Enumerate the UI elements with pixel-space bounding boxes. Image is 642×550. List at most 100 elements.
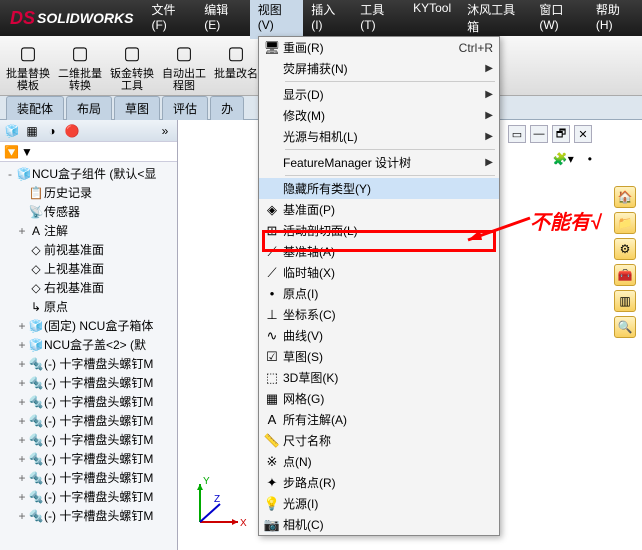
menu-item[interactable]: ∿曲线(V)	[259, 325, 499, 346]
tree-node[interactable]: ↳原点	[2, 297, 175, 316]
menu-item[interactable]: 显示(D)▶	[259, 84, 499, 105]
feature-tree[interactable]: -🧊NCU盒子组件 (默认<显📋历史记录📡传感器+A注解◇前视基准面◇上视基准面…	[0, 162, 177, 550]
menu-沐风工具箱[interactable]: 沐风工具箱	[459, 0, 531, 39]
tree-tab-icon[interactable]: 🔴	[64, 123, 80, 139]
tree-node[interactable]: +🔩(-) 十字槽盘头螺钉M	[2, 354, 175, 373]
toolbar-icon: ▢	[12, 40, 44, 68]
menu-item[interactable]: A所有注解(A)	[259, 409, 499, 430]
menu-item[interactable]: ✦步路点(R)	[259, 472, 499, 493]
tree-tab-icon[interactable]: ▦	[24, 123, 40, 139]
menu-窗口(W)[interactable]: 窗口(W)	[531, 0, 588, 39]
menu-item[interactable]: ⟋临时轴(X)	[259, 262, 499, 283]
app-logo: DS SOLIDWORKS	[0, 8, 143, 29]
tree-node[interactable]: +🔩(-) 十字槽盘头螺钉M	[2, 392, 175, 411]
toolbar-icon: ▢	[116, 40, 148, 68]
tree-node[interactable]: +🔩(-) 十字槽盘头螺钉M	[2, 449, 175, 468]
menu-item[interactable]: •原点(I)	[259, 283, 499, 304]
tree-node[interactable]: +🧊NCU盒子盖<2> (默	[2, 335, 175, 354]
svg-text:Y: Y	[203, 476, 210, 487]
menu-item-icon: 🖥	[261, 40, 283, 56]
menu-item-icon: ⬚	[261, 370, 283, 386]
view-menu-dropdown: 🖥重画(R)Ctrl+R荧屏捕获(N)▶ 显示(D)▶修改(M)▶光源与相机(L)…	[258, 36, 500, 536]
right-btn-icon[interactable]: 🔍	[614, 316, 636, 338]
expand-icon[interactable]: »	[157, 123, 173, 139]
tab-装配体[interactable]: 装配体	[6, 96, 64, 120]
filter-icon: 🔽	[4, 145, 19, 159]
auto-drawing[interactable]: ▢自动出工程图	[160, 40, 208, 92]
menu-item[interactable]: ⊥坐标系(C)	[259, 304, 499, 325]
tab-草图[interactable]: 草图	[114, 96, 160, 120]
right-btn-icon[interactable]: 🧰	[614, 264, 636, 286]
tree-node[interactable]: +🧊(固定) NCU盒子箱体	[2, 316, 175, 335]
tree-root[interactable]: -🧊NCU盒子组件 (默认<显	[2, 164, 175, 183]
ds-logo-icon: DS	[10, 8, 35, 29]
right-btn-icon[interactable]: ⚙	[614, 238, 636, 260]
menu-item[interactable]: 📏尺寸名称	[259, 430, 499, 451]
menu-item[interactable]: 💡光源(I)	[259, 493, 499, 514]
axes-triad-icon: X Y Z	[190, 472, 250, 532]
toolbar-icon: ▢	[64, 40, 96, 68]
menu-item[interactable]: ▦网格(G)	[259, 388, 499, 409]
menu-item[interactable]: 🖥重画(R)Ctrl+R	[259, 37, 499, 58]
tree-node[interactable]: 📋历史记录	[2, 183, 175, 202]
menu-item[interactable]: 📷相机(C)	[259, 514, 499, 535]
win-icon[interactable]: ✕	[574, 125, 592, 143]
win-icon[interactable]: ▭	[508, 125, 526, 143]
menu-item[interactable]: FeatureManager 设计树▶	[259, 152, 499, 173]
tree-node[interactable]: +🔩(-) 十字槽盘头螺钉M	[2, 430, 175, 449]
menu-item-icon: ☑	[261, 349, 283, 365]
tab-办[interactable]: 办	[210, 96, 244, 120]
tree-node[interactable]: +A注解	[2, 221, 175, 240]
menu-item-icon: ▦	[261, 391, 283, 407]
menu-编辑(E)[interactable]: 编辑(E)	[196, 0, 249, 39]
tree-node[interactable]: ◇上视基准面	[2, 259, 175, 278]
menu-item[interactable]: ☑草图(S)	[259, 346, 499, 367]
menu-工具(T)[interactable]: 工具(T)	[352, 0, 405, 39]
filter-dropdown-icon: ▼	[21, 145, 33, 159]
menu-item[interactable]: 修改(M)▶	[259, 105, 499, 126]
tree-tab-icon[interactable]: 🧊	[4, 123, 20, 139]
right-btn-icon[interactable]: ▥	[614, 290, 636, 312]
menu-视图(V)[interactable]: 视图(V)	[250, 0, 303, 39]
tree-node[interactable]: 📡传感器	[2, 202, 175, 221]
win-icon[interactable]: 🗗	[552, 125, 570, 143]
right-btn-icon[interactable]: 📁	[614, 212, 636, 234]
menu-帮助(H)[interactable]: 帮助(H)	[588, 0, 642, 39]
menu-item-icon: ∿	[261, 328, 283, 344]
sheetmetal-convert[interactable]: ▢钣金转换工具	[108, 40, 156, 92]
tab-布局[interactable]: 布局	[66, 96, 112, 120]
tree-node[interactable]: +🔩(-) 十字槽盘头螺钉M	[2, 487, 175, 506]
tree-node[interactable]: ◇右视基准面	[2, 278, 175, 297]
menu-item-icon: 📷	[261, 517, 283, 533]
batch-replace-template[interactable]: ▢批量替换模板	[4, 40, 52, 92]
tree-node[interactable]: +🔩(-) 十字槽盘头螺钉M	[2, 373, 175, 392]
svg-text:Z: Z	[214, 494, 220, 505]
menu-item[interactable]: ※点(N)	[259, 451, 499, 472]
tab-评估[interactable]: 评估	[162, 96, 208, 120]
right-toolbar: 🏠 📁 ⚙ 🧰 ▥ 🔍	[614, 186, 636, 338]
tree-node[interactable]: +🔩(-) 十字槽盘头螺钉M	[2, 468, 175, 487]
menu-插入(I)[interactable]: 插入(I)	[303, 0, 352, 39]
tree-node[interactable]: +🔩(-) 十字槽盘头螺钉M	[2, 506, 175, 525]
menu-item[interactable]: 隐藏所有类型(Y)	[259, 178, 499, 199]
menu-item[interactable]: ⬚3D草图(K)	[259, 367, 499, 388]
win-icon[interactable]: —	[530, 125, 548, 143]
annotation-arrow-icon	[460, 210, 540, 250]
menu-item-icon: ◈	[261, 202, 283, 218]
menu-item[interactable]: 光源与相机(L)▶	[259, 126, 499, 147]
toolbar-icon: ▢	[220, 40, 252, 68]
menu-item-icon: ⟋	[261, 244, 283, 260]
doc-btn-icon[interactable]: 🧩▾	[553, 152, 574, 166]
tree-node[interactable]: ◇前视基准面	[2, 240, 175, 259]
tree-tab-icon[interactable]: ◑	[44, 123, 60, 139]
doc-toolbar: 🧩▾ •	[553, 152, 592, 166]
tree-filter[interactable]: 🔽 ▼	[0, 142, 177, 162]
batch-2d-convert[interactable]: ▢二维批量转换	[56, 40, 104, 92]
menu-KYTool[interactable]: KYTool	[405, 0, 459, 39]
batch-rename[interactable]: ▢批量改名	[212, 40, 260, 80]
right-btn-icon[interactable]: 🏠	[614, 186, 636, 208]
menu-item[interactable]: 荧屏捕获(N)▶	[259, 58, 499, 79]
doc-btn-icon[interactable]: •	[588, 152, 592, 166]
tree-node[interactable]: +🔩(-) 十字槽盘头螺钉M	[2, 411, 175, 430]
menu-文件(F)[interactable]: 文件(F)	[143, 0, 196, 39]
